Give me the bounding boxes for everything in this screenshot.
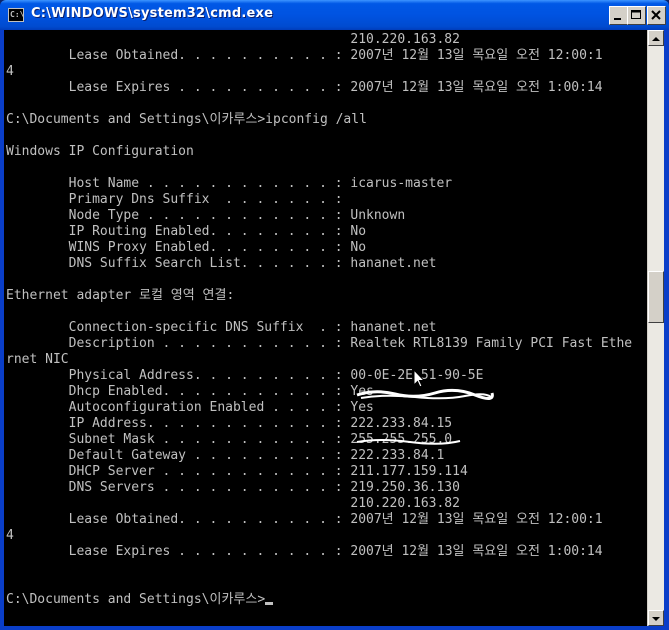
console-line: 210.220.163.82 bbox=[6, 32, 460, 47]
arrow-down-icon bbox=[652, 617, 660, 621]
text-cursor bbox=[265, 602, 274, 605]
minimize-button[interactable] bbox=[609, 6, 628, 25]
console-icon[interactable]: C:\ bbox=[8, 8, 24, 22]
console-line: Node Type . . . . . . . . . . . . : Unkn… bbox=[6, 208, 406, 223]
console-line: IP Address. . . . . . . . . . . . : 222.… bbox=[6, 416, 453, 431]
console-line: Lease Obtained. . . . . . . . . . : 2007… bbox=[6, 48, 603, 63]
console-line: Connection-specific DNS Suffix . : hanan… bbox=[6, 320, 437, 335]
close-icon bbox=[651, 10, 661, 20]
console-line: Lease Obtained. . . . . . . . . . : 2007… bbox=[6, 512, 603, 527]
console-line: 210.220.163.82 bbox=[6, 496, 460, 511]
console-line: Autoconfiguration Enabled . . . . : Yes bbox=[6, 400, 374, 415]
window-frame-right bbox=[664, 30, 669, 630]
console-line: DHCP Server . . . . . . . . . . . : 211.… bbox=[6, 464, 468, 479]
console-line: Primary Dns Suffix . . . . . . . : bbox=[6, 192, 343, 207]
mouse-pointer-icon bbox=[413, 369, 425, 388]
console-line: Windows IP Configuration bbox=[6, 144, 194, 159]
console-line: WINS Proxy Enabled. . . . . . . . : No bbox=[6, 240, 367, 255]
console-line: Host Name . . . . . . . . . . . . : icar… bbox=[6, 176, 453, 191]
cmd-window: C:\ C:\WINDOWS\system32\cmd.exe 210.220.… bbox=[0, 0, 669, 630]
scroll-down-button[interactable] bbox=[648, 610, 664, 626]
console-line: Lease Expires . . . . . . . . . . : 2007… bbox=[6, 544, 603, 559]
title-bar[interactable]: C:\ C:\WINDOWS\system32\cmd.exe bbox=[0, 0, 669, 30]
maximize-icon bbox=[631, 10, 641, 19]
console-line: Ethernet adapter 로컬 영역 연결: bbox=[6, 288, 235, 303]
vertical-scrollbar[interactable] bbox=[647, 30, 664, 626]
console-line: 4 bbox=[6, 528, 14, 543]
window-frame-bottom bbox=[0, 626, 669, 630]
console-line: 4 bbox=[6, 64, 14, 79]
console-line: Dhcp Enabled. . . . . . . . . . . : Yes bbox=[6, 384, 374, 399]
console-line: Lease Expires . . . . . . . . . . : 2007… bbox=[6, 80, 603, 95]
maximize-button[interactable] bbox=[627, 6, 646, 25]
console-line: DNS Servers . . . . . . . . . . . : 219.… bbox=[6, 480, 460, 495]
console-line: Default Gateway . . . . . . . . . : 222.… bbox=[6, 448, 445, 463]
console-line: Subnet Mask . . . . . . . . . . . : 255.… bbox=[6, 432, 453, 447]
window-title: C:\WINDOWS\system32\cmd.exe bbox=[31, 6, 274, 21]
console-line: IP Routing Enabled. . . . . . . . : No bbox=[6, 224, 367, 239]
console-line: C:\Documents and Settings\이카루스> bbox=[6, 592, 274, 608]
console-line: DNS Suffix Search List. . . . . . : hana… bbox=[6, 256, 437, 271]
close-button[interactable] bbox=[647, 6, 666, 25]
console-line: rnet NIC bbox=[6, 352, 69, 367]
console-line: Physical Address. . . . . . . . . : 00-0… bbox=[6, 368, 484, 383]
console-line: Description . . . . . . . . . . . : Real… bbox=[6, 336, 633, 351]
arrow-up-icon bbox=[652, 37, 660, 41]
console-line: C:\Documents and Settings\이카루스>ipconfig … bbox=[6, 112, 367, 127]
scroll-thumb[interactable] bbox=[648, 271, 664, 323]
minimize-icon bbox=[614, 18, 621, 20]
console-output[interactable]: 210.220.163.82 Lease Obtained. . . . . .… bbox=[4, 30, 647, 626]
scroll-up-button[interactable] bbox=[648, 30, 664, 46]
